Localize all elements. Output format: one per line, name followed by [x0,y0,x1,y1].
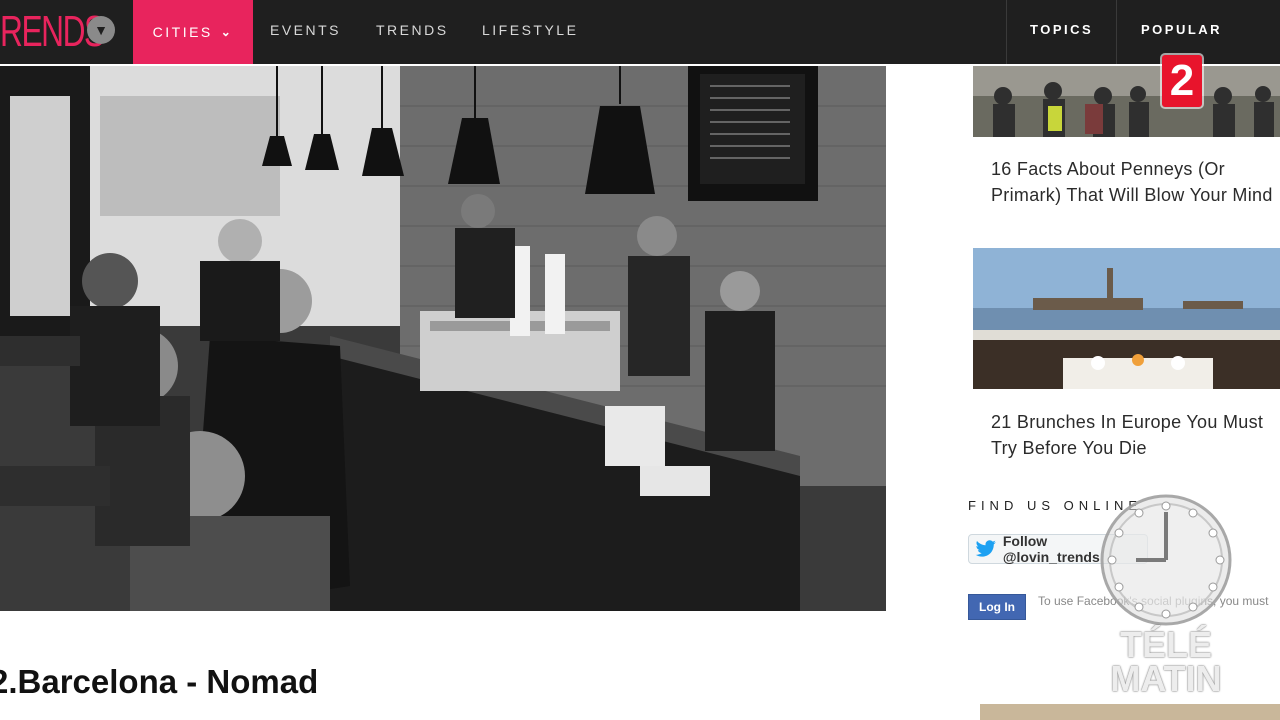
show-logo-line: MATIN [1110,658,1222,699]
post-thumbnail-brunches[interactable] [973,248,1280,389]
article-title: 2.Barcelona - Nomad [0,663,319,700]
nav-divider [1006,0,1007,64]
nav-lifestyle[interactable]: LIFESTYLE [482,0,578,64]
post-title-line: 21 Brunches In Europe You Must [991,412,1264,432]
chevron-down-icon: ▼ [94,22,108,38]
clock-icon [1100,494,1232,626]
post-thumbnail-penneys[interactable] [973,66,1280,137]
post-title-brunches[interactable]: 21 Brunches In Europe You Must Try Befor… [991,409,1280,461]
post-thumbnail-partial[interactable] [980,704,1280,720]
top-navigation: RENDS ▼ CITIES ⌄ EVENTS TRENDS LIFESTYLE… [0,0,1280,97]
crowd-photo-illustration [973,66,1280,137]
nav-cities[interactable]: CITIES ⌄ [133,0,253,64]
menu-toggle-button[interactable]: ▼ [87,16,115,44]
twitter-bird-icon [975,540,996,557]
chevron-down-icon: ⌄ [220,25,234,39]
nav-divider [1116,0,1117,64]
cafe-photo-illustration [0,66,886,611]
post-title-line: Try Before You Die [991,438,1147,458]
channel-logo: 2 [1162,55,1202,107]
nav-popular-posts[interactable]: POPULAR POSTS [1141,0,1280,97]
venice-brunch-photo-illustration [973,248,1280,389]
article-hero-photo [0,66,886,611]
show-logo-line: TÉLÉ [1119,624,1212,665]
post-title-penneys[interactable]: 16 Facts About Penneys (Or Primark) That… [991,156,1280,208]
nav-cities-label: CITIES [152,24,213,40]
nav-trends[interactable]: TRENDS [376,0,449,64]
nav-topics[interactable]: TOPICS [1030,0,1093,64]
nav-events[interactable]: EVENTS [270,0,341,64]
post-title-line: Primark) That Will Blow Your Mind [991,185,1273,205]
facebook-login-button[interactable]: Log In [968,594,1026,620]
show-logo: TÉLÉ MATIN [1098,624,1234,699]
post-title-line: 16 Facts About Penneys (Or [991,159,1225,179]
